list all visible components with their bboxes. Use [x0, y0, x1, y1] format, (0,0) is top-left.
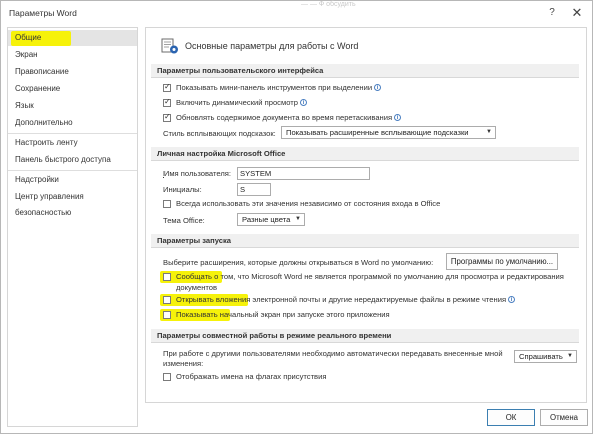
sidebar-divider: [8, 170, 137, 171]
option-label: Обновлять содержимое документа во время …: [176, 113, 393, 122]
sidebar-item-trust-center[interactable]: Центр управления безопасностью: [8, 189, 137, 217]
main-panel: Основные параметры для работы с Word Пар…: [145, 27, 587, 403]
sidebar-item-label: Общие: [15, 33, 42, 42]
open-reading-mode-option: Открывать вложения электронной почты и д…: [176, 295, 516, 304]
ok-button[interactable]: ОК: [487, 409, 535, 426]
mini-toolbar-option: Показывать мини-панель инструментов при …: [176, 83, 382, 92]
cancel-button[interactable]: Отмена: [540, 409, 588, 426]
show-start-screen-label: Показывать начальный экран при запуске э…: [176, 310, 390, 319]
show-start-screen-checkbox[interactable]: [163, 311, 171, 319]
info-icon: i: [394, 114, 402, 121]
always-use-label: Всегда использовать эти значения независ…: [176, 199, 441, 208]
close-button[interactable]: ✕: [569, 5, 585, 21]
update-drag-checkbox[interactable]: [163, 112, 171, 122]
section-header-coauthoring: Параметры совместной работы в режиме реа…: [151, 329, 579, 343]
show-names-checkbox[interactable]: [163, 373, 171, 381]
share-changes-select[interactable]: Спрашивать ▼: [514, 350, 577, 363]
notify-default-label-cont: документов: [176, 283, 218, 292]
sidebar-item-advanced[interactable]: Дополнительно: [8, 115, 137, 131]
default-programs-button[interactable]: Программы по умолчанию...: [446, 253, 558, 270]
sidebar-item-display[interactable]: Экран: [8, 47, 137, 63]
info-icon: i: [508, 296, 516, 303]
section-header-personal: Личная настройка Microsoft Office: [151, 147, 579, 161]
sidebar: Общие Экран Правописание Сохранение Язык…: [7, 27, 138, 427]
chevron-down-icon: ▼: [567, 353, 573, 359]
sidebar-item-customize-ribbon[interactable]: Настроить ленту: [8, 135, 137, 151]
initials-input[interactable]: S: [237, 183, 271, 196]
show-names-label: Отображать имена на флагах присутствия: [176, 372, 327, 381]
always-use-checkbox[interactable]: [163, 200, 171, 208]
sidebar-item-save[interactable]: Сохранение: [8, 81, 137, 97]
tooltip-style-select[interactable]: Показывать расширенные всплывающие подск…: [281, 126, 496, 139]
help-button[interactable]: ?: [544, 5, 560, 21]
open-reading-mode-checkbox[interactable]: [163, 296, 171, 304]
sidebar-item-quick-access[interactable]: Панель быстрого доступа: [8, 152, 137, 168]
sidebar-item-proofing[interactable]: Правописание: [8, 64, 137, 80]
sidebar-item-general[interactable]: Общие: [8, 30, 137, 46]
theme-label: Тема Office:: [163, 216, 205, 225]
username-label-text: Имя пользователя:: [163, 169, 231, 178]
mini-toolbar-checkbox[interactable]: [163, 82, 171, 92]
notify-default-checkbox[interactable]: [163, 273, 171, 281]
update-drag-option: Обновлять содержимое документа во время …: [176, 113, 402, 122]
username-input[interactable]: SYSTEM: [237, 167, 370, 180]
theme-value: Разные цвета: [242, 215, 291, 224]
background-window-text: — — Ф обсудить: [301, 1, 356, 8]
tooltip-style-value: Показывать расширенные всплывающие подск…: [286, 128, 469, 137]
title-bar: Параметры Word — — Ф обсудить ? ✕: [1, 1, 592, 25]
initials-label: Инициалы:: [163, 185, 202, 194]
live-preview-checkbox[interactable]: [163, 97, 171, 107]
option-label: Открывать вложения электронной почты и д…: [176, 295, 507, 304]
sidebar-divider: [8, 133, 137, 134]
live-preview-option: Включить динамический просмотр i: [176, 98, 307, 107]
word-options-dialog: Параметры Word — — Ф обсудить ? ✕ Общие …: [0, 0, 593, 434]
option-label: Показывать мини-панель инструментов при …: [176, 83, 373, 92]
share-changes-label-cont: изменения:: [163, 359, 204, 368]
sidebar-item-addins[interactable]: Надстройки: [8, 172, 137, 188]
chevron-down-icon: ▼: [486, 129, 492, 135]
notify-default-label: Сообщать о том, что Microsoft Word не яв…: [176, 272, 564, 281]
extensions-label: Выберите расширения, которые должны откр…: [163, 258, 434, 267]
theme-select[interactable]: Разные цвета ▼: [237, 213, 305, 226]
section-header-startup: Параметры запуска: [151, 234, 579, 248]
window-title: Параметры Word: [9, 8, 77, 18]
username-label: ИИмя пользователя:: [163, 169, 231, 178]
options-gear-icon: [161, 38, 178, 54]
info-icon: i: [299, 99, 307, 106]
info-icon: i: [374, 84, 382, 91]
page-title: Основные параметры для работы с Word: [185, 41, 359, 51]
tooltip-style-label: Стиль всплывающих подсказок:: [163, 129, 276, 138]
share-changes-value: Спрашивать: [519, 352, 563, 361]
option-label: Включить динамический просмотр: [176, 98, 298, 107]
chevron-down-icon: ▼: [295, 216, 301, 222]
section-header-ui: Параметры пользовательского интерфейса: [151, 64, 579, 78]
share-changes-label: При работе с другими пользователями необ…: [163, 349, 503, 358]
sidebar-item-language[interactable]: Язык: [8, 98, 137, 114]
